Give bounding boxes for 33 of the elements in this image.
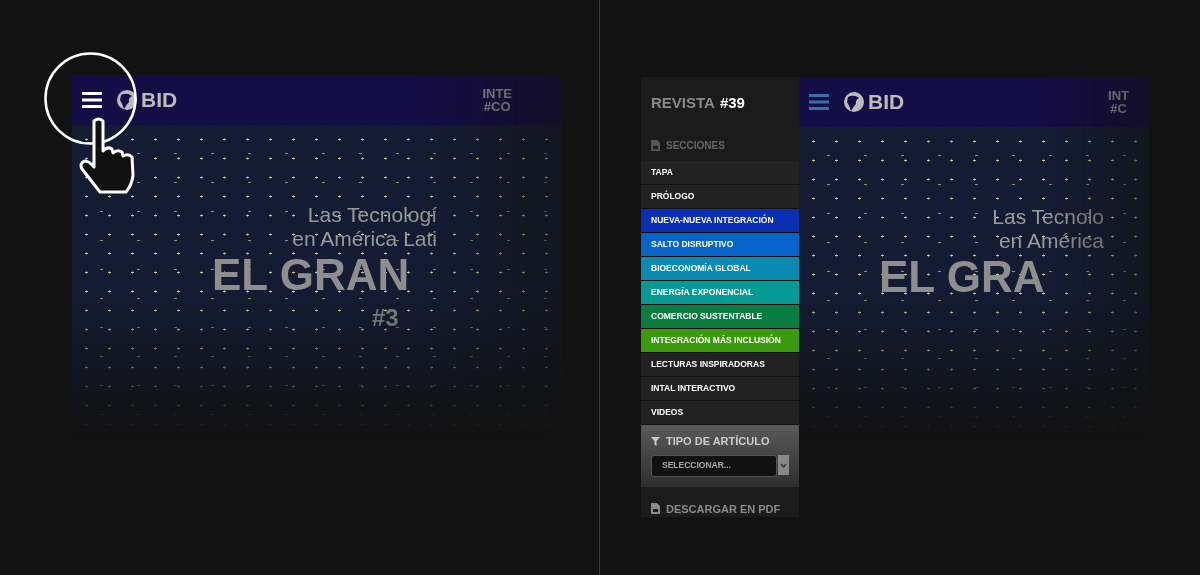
sidebar-item[interactable]: PRÓLOGO xyxy=(641,185,799,209)
hero-subtitle: Las Tecnolo xyxy=(991,205,1104,230)
filter-label: TIPO DE ARTÍCULO xyxy=(666,434,770,449)
sidebar-item[interactable]: TAPA xyxy=(641,161,799,185)
sidebar-item[interactable]: LECTURAS INSPIRADORAS xyxy=(641,353,799,377)
filter-icon xyxy=(651,436,660,446)
sidebar-item[interactable]: COMERCIO SUSTENTABLE xyxy=(641,305,799,329)
globe-logo-icon xyxy=(843,91,865,113)
header-text: #CO xyxy=(482,100,512,113)
download-link[interactable]: DESCARGAR EN PDF xyxy=(666,500,781,517)
brand-name: BID xyxy=(868,89,905,116)
menu-icon[interactable] xyxy=(82,92,102,108)
header-text: INTE xyxy=(482,87,512,100)
sidebar-item[interactable]: NUEVA-NUEVA INTEGRACIÓN xyxy=(641,209,799,233)
hero-subtitle: en América xyxy=(997,229,1104,254)
hero-headline: EL GRAN xyxy=(212,251,411,300)
section-heading: SECCIONES xyxy=(666,138,725,153)
sidebar-item[interactable]: INTAL INTERACTIVO xyxy=(641,377,799,401)
sidebar-item[interactable]: VIDEOS xyxy=(641,401,799,425)
sidebar-item[interactable]: SALTO DISRUPTIVO xyxy=(641,233,799,257)
select-field[interactable]: SELECCIONAR... xyxy=(651,454,777,477)
document-icon xyxy=(651,139,660,151)
issue-number: #39 xyxy=(719,92,745,113)
sidebar-title: REVISTA xyxy=(651,92,715,113)
hero-subtitle: Las Tecnologí xyxy=(306,203,437,228)
issue-number: #3 xyxy=(372,302,400,333)
hero-subtitle: en América Lati xyxy=(291,227,437,252)
sidebar-item[interactable]: BIOECONOMÍA GLOBAL xyxy=(641,257,799,281)
brand-name: BID xyxy=(141,87,178,114)
hero-headline: EL GRA xyxy=(879,253,1046,302)
sidebar-item[interactable]: INTEGRACIÓN MÁS INCLUSIÓN xyxy=(641,329,799,353)
header-text: INT xyxy=(1108,89,1129,102)
header-text: #C xyxy=(1109,102,1128,115)
